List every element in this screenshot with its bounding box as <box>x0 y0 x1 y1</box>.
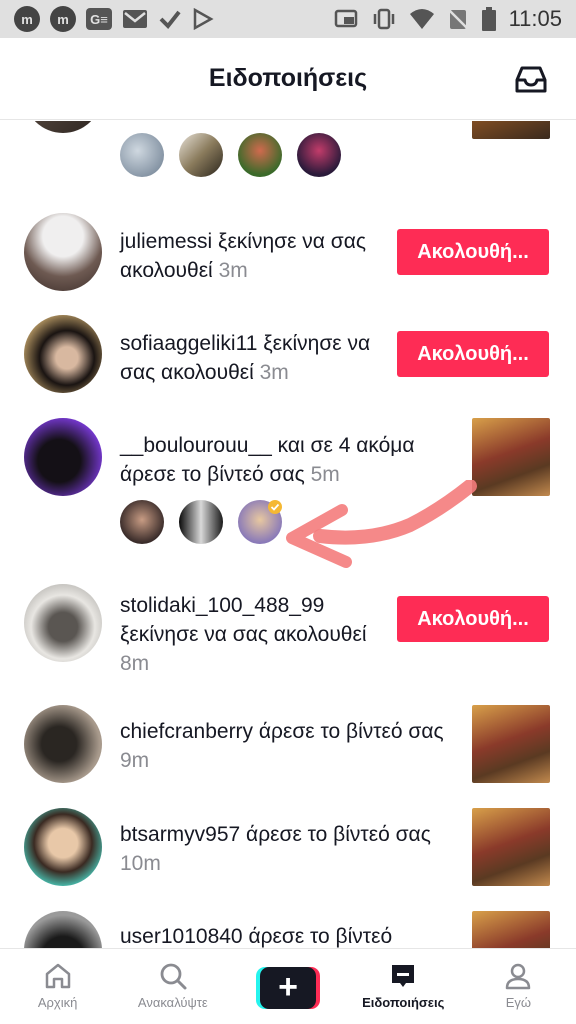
mini-avatar[interactable] <box>238 133 282 177</box>
timestamp: 5m <box>310 463 340 486</box>
username[interactable]: chiefcranberry <box>120 720 253 743</box>
home-icon <box>45 963 70 989</box>
avatar[interactable] <box>24 808 102 886</box>
nav-home[interactable]: Αρχική <box>0 949 115 1024</box>
username[interactable]: stolidaki_100_488_99 <box>120 594 324 617</box>
username[interactable]: sofiaaggeliki11 <box>120 332 257 355</box>
avatar[interactable] <box>24 584 102 662</box>
notification-message: άρεσε το βίντεό <box>242 925 393 948</box>
nav-discover[interactable]: Ανακαλύψτε <box>115 949 230 1024</box>
battery-icon <box>481 7 496 31</box>
nav-profile[interactable]: Εγώ <box>461 949 576 1024</box>
nav-label: Ειδοποιήσεις <box>362 995 445 1010</box>
timestamp: 8m <box>120 652 150 675</box>
notification-text: btsarmyv957 άρεσε το βίντεό σας 10m <box>120 820 450 878</box>
mini-avatar[interactable] <box>297 133 341 177</box>
follow-button[interactable]: Ακολουθή... <box>397 331 549 377</box>
header: Ειδοποιήσεις <box>0 38 576 120</box>
nav-label: Αρχική <box>37 995 78 1010</box>
play-store-icon <box>193 8 214 30</box>
video-thumbnail[interactable] <box>472 808 550 886</box>
video-thumbnail[interactable] <box>472 121 550 139</box>
username[interactable]: juliemessi <box>120 230 212 253</box>
timestamp: 3m <box>218 259 248 282</box>
nav-create[interactable]: + <box>230 949 345 1024</box>
notification-message: άρεσε το βίντεό σας <box>240 823 431 846</box>
notification-text: sofiaaggeliki11 ξεκίνησε να σας ακολουθε… <box>120 329 390 387</box>
mini-avatar[interactable] <box>120 500 164 544</box>
mini-avatar[interactable] <box>120 133 164 177</box>
status-bar: m m G≡ 11:05 <box>0 0 576 38</box>
username[interactable]: user1010840 <box>120 925 243 948</box>
timestamp: 10m <box>120 852 161 875</box>
mini-avatar[interactable] <box>179 500 223 544</box>
avatar[interactable] <box>24 705 102 783</box>
page-title: Ειδοποιήσεις <box>208 64 368 92</box>
profile-icon <box>506 963 531 990</box>
follow-button[interactable]: Ακολουθή... <box>397 229 549 275</box>
notifications-icon <box>392 965 415 987</box>
avatar[interactable] <box>24 121 102 133</box>
wifi-icon <box>409 9 434 29</box>
clock: 11:05 <box>508 6 562 31</box>
m-icon: m <box>50 6 76 32</box>
bottom-nav: Αρχική Ανακαλύψτε + Ειδοποιήσεις Εγώ <box>0 948 576 1024</box>
avatar[interactable] <box>24 213 102 291</box>
notification-text: chiefcranberry άρεσε το βίντεό σας 9m <box>120 717 450 775</box>
timestamp: 3m <box>259 361 289 384</box>
inbox-icon[interactable] <box>514 64 548 94</box>
video-thumbnail[interactable] <box>472 911 550 948</box>
cast-icon <box>334 9 357 28</box>
verified-badge-icon <box>268 500 282 514</box>
no-sim-icon <box>447 9 468 29</box>
notification-message: άρεσε το βίντεό σας <box>253 720 444 743</box>
avatar[interactable] <box>24 911 102 948</box>
nav-notifications[interactable]: Ειδοποιήσεις <box>346 949 461 1024</box>
notification-message: ξεκίνησε να σας ακολουθεί <box>120 623 367 646</box>
notifications-list[interactable]: juliemessi ξεκίνησε να σας ακολουθεί 3m … <box>0 121 576 948</box>
timestamp: 9m <box>120 749 150 772</box>
follow-button[interactable]: Ακολουθή... <box>397 596 549 642</box>
notification-text: __boulourouu__ και σε 4 ακόμα άρεσε το β… <box>120 431 450 489</box>
avatar[interactable] <box>24 315 102 393</box>
mini-avatar[interactable] <box>179 133 223 177</box>
check-icon <box>159 10 181 30</box>
video-thumbnail[interactable] <box>472 418 550 496</box>
gmail-icon <box>123 10 147 28</box>
vibrate-icon <box>373 8 394 30</box>
username[interactable]: __boulourouu__ <box>120 434 272 457</box>
nav-label: Εγώ <box>505 995 532 1010</box>
plus-icon[interactable]: + <box>256 967 320 1009</box>
search-icon <box>160 963 187 990</box>
gmail-e-icon: G≡ <box>86 8 112 30</box>
notification-text: stolidaki_100_488_99 ξεκίνησε να σας ακο… <box>120 591 390 678</box>
notification-text: juliemessi ξεκίνησε να σας ακολουθεί 3m <box>120 227 390 285</box>
avatar[interactable] <box>24 418 102 496</box>
notification-text: user1010840 άρεσε το βίντεό <box>120 922 450 948</box>
username[interactable]: btsarmyv957 <box>120 823 240 846</box>
video-thumbnail[interactable] <box>472 705 550 783</box>
m-icon: m <box>14 6 40 32</box>
nav-label: Ανακαλύψτε <box>137 995 208 1010</box>
